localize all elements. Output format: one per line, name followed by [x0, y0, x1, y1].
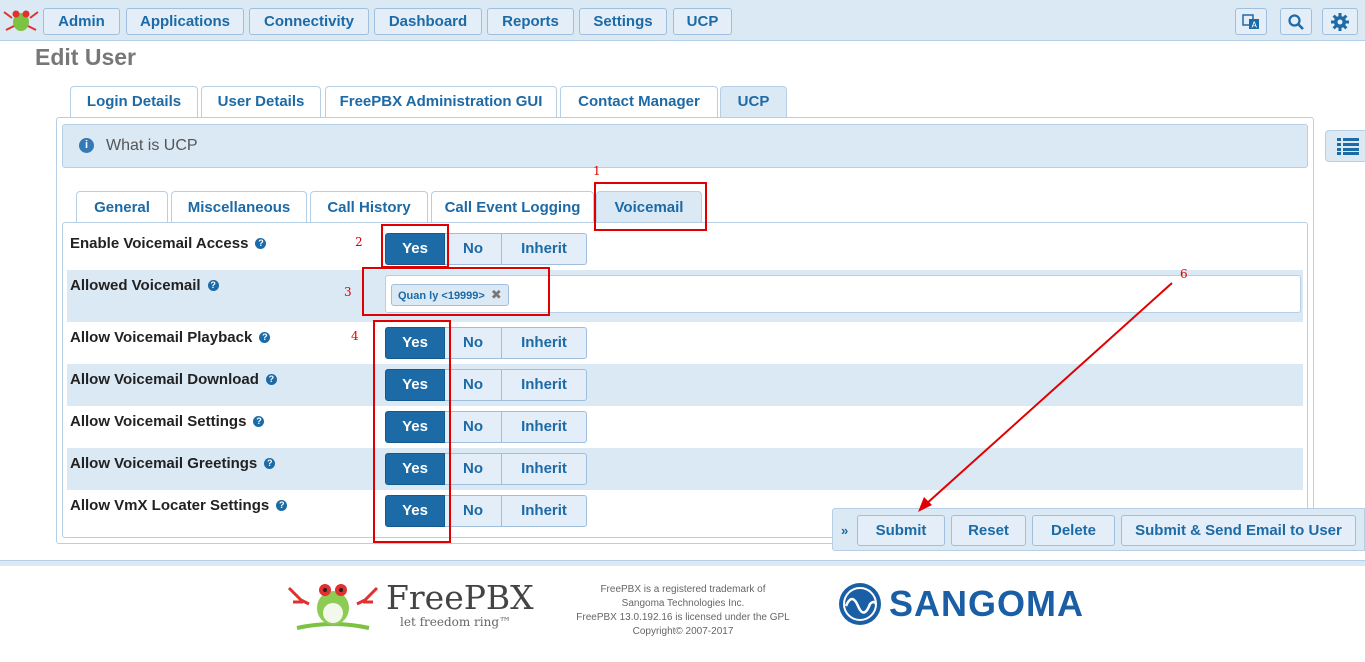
setting-label: Allowed Voicemail — [70, 277, 201, 294]
inherit-button[interactable]: Inherit — [502, 411, 587, 443]
inherit-button[interactable]: Inherit — [502, 369, 587, 401]
inherit-button[interactable]: Inherit — [502, 453, 587, 485]
setting-label: Allow Voicemail Playback — [70, 329, 253, 346]
top-navbar: Admin Applications Connectivity Dashboar… — [0, 0, 1365, 41]
annotation-box-enable-yes — [381, 224, 449, 268]
nav-connectivity[interactable]: Connectivity — [249, 8, 369, 35]
footer-divider — [0, 560, 1365, 566]
info-icon: i — [79, 138, 94, 153]
sangoma-logo-icon[interactable] — [838, 582, 882, 626]
search-button[interactable] — [1280, 8, 1312, 35]
annotation-number: 6 — [1180, 267, 1188, 281]
tab-general[interactable]: General — [76, 191, 168, 223]
allow-voicemail-greetings-label: Allow Voicemail Greetings ? — [70, 455, 276, 472]
annotation-number: 3 — [344, 285, 352, 299]
setting-label: Allow Voicemail Download — [70, 371, 259, 388]
freepbx-frog-icon — [287, 584, 379, 630]
annotation-box-allowed-voicemail — [362, 267, 550, 316]
page-title: Edit User — [35, 44, 136, 70]
freepbx-tagline: let freedom ring™ — [400, 615, 512, 629]
setting-label: Enable Voicemail Access — [70, 235, 249, 252]
no-button[interactable]: No — [445, 327, 502, 359]
help-icon[interactable]: ? — [276, 500, 288, 511]
nav-dashboard[interactable]: Dashboard — [374, 8, 482, 35]
what-is-ucp-label: What is UCP — [106, 137, 198, 154]
enable-voicemail-access-label: Enable Voicemail Access ? — [70, 235, 267, 252]
tab-call-event-logging[interactable]: Call Event Logging — [431, 191, 594, 223]
nav-admin[interactable]: Admin — [43, 8, 120, 35]
inherit-button[interactable]: Inherit — [502, 327, 587, 359]
allow-voicemail-playback-label: Allow Voicemail Playback ? — [70, 329, 271, 346]
nav-applications[interactable]: Applications — [126, 8, 244, 35]
delete-button[interactable]: Delete — [1032, 515, 1115, 546]
tab-login-details[interactable]: Login Details — [70, 86, 198, 117]
annotation-box-voicemail-tab — [594, 182, 707, 231]
tab-call-history[interactable]: Call History — [310, 191, 428, 223]
setting-label: Allow Voicemail Settings — [70, 413, 247, 430]
reset-button[interactable]: Reset — [951, 515, 1026, 546]
list-icon — [1336, 138, 1359, 155]
help-icon[interactable]: ? — [255, 238, 267, 249]
annotation-number: 4 — [351, 329, 359, 343]
inherit-button[interactable]: Inherit — [502, 495, 587, 527]
annotation-number: 2 — [355, 235, 363, 249]
svg-text:A: A — [1252, 20, 1258, 29]
collapse-action-bar-icon[interactable]: » — [841, 523, 848, 538]
no-button[interactable]: No — [445, 495, 502, 527]
gear-icon — [1331, 12, 1349, 31]
inherit-button[interactable]: Inherit — [502, 233, 587, 265]
allowed-voicemail-label: Allowed Voicemail ? — [70, 277, 219, 294]
what-is-ucp-banner[interactable]: i What is UCP — [62, 124, 1308, 168]
submit-send-email-button[interactable]: Submit & Send Email to User — [1121, 515, 1356, 546]
footer-line: FreePBX is a registered trademark of — [600, 584, 766, 595]
sangoma-wordmark: SANGOMA — [889, 583, 1084, 624]
tab-user-details[interactable]: User Details — [201, 86, 321, 117]
no-button[interactable]: No — [445, 453, 502, 485]
allow-voicemail-download-label: Allow Voicemail Download ? — [70, 371, 277, 388]
tab-ucp[interactable]: UCP — [720, 86, 787, 118]
setting-label: Allow VmX Locater Settings — [70, 497, 270, 514]
settings-gear-button[interactable] — [1322, 8, 1358, 35]
search-icon — [1288, 13, 1304, 30]
freepbx-frog-logo-icon[interactable] — [2, 6, 40, 34]
tab-contact-manager[interactable]: Contact Manager — [560, 86, 718, 117]
tab-freepbx-admin-gui[interactable]: FreePBX Administration GUI — [325, 86, 557, 117]
language-icon: A — [1242, 13, 1259, 29]
no-button[interactable]: No — [445, 233, 502, 265]
help-icon[interactable]: ? — [265, 374, 277, 385]
annotation-number: 1 — [593, 164, 601, 178]
annotation-box-permissions-yes — [373, 320, 451, 543]
action-bar: » Submit Reset Delete Submit & Send Emai… — [832, 508, 1365, 551]
footer-legal-text: FreePBX is a registered trademark of San… — [563, 583, 803, 639]
freepbx-wordmark: FreePBX — [386, 578, 534, 617]
footer-line: FreePBX 13.0.192.16 is licensed under th… — [576, 612, 790, 623]
allow-vmx-locater-settings-label: Allow VmX Locater Settings ? — [70, 497, 288, 514]
nav-settings[interactable]: Settings — [579, 8, 667, 35]
tab-miscellaneous[interactable]: Miscellaneous — [171, 191, 307, 223]
sidebar-toggle-button[interactable] — [1325, 130, 1365, 162]
help-icon[interactable]: ? — [264, 458, 276, 469]
help-icon[interactable]: ? — [253, 416, 265, 427]
footer-line: Copyright© 2007-2017 — [632, 626, 734, 637]
language-button[interactable]: A — [1235, 8, 1267, 35]
nav-reports[interactable]: Reports — [487, 8, 574, 35]
nav-ucp[interactable]: UCP — [673, 8, 732, 35]
setting-label: Allow Voicemail Greetings — [70, 455, 258, 472]
help-icon[interactable]: ? — [207, 280, 219, 291]
footer-line: Sangoma Technologies Inc. — [621, 598, 745, 609]
submit-button[interactable]: Submit — [857, 515, 945, 546]
no-button[interactable]: No — [445, 369, 502, 401]
help-icon[interactable]: ? — [259, 332, 271, 343]
no-button[interactable]: No — [445, 411, 502, 443]
allow-voicemail-settings-label: Allow Voicemail Settings ? — [70, 413, 265, 430]
